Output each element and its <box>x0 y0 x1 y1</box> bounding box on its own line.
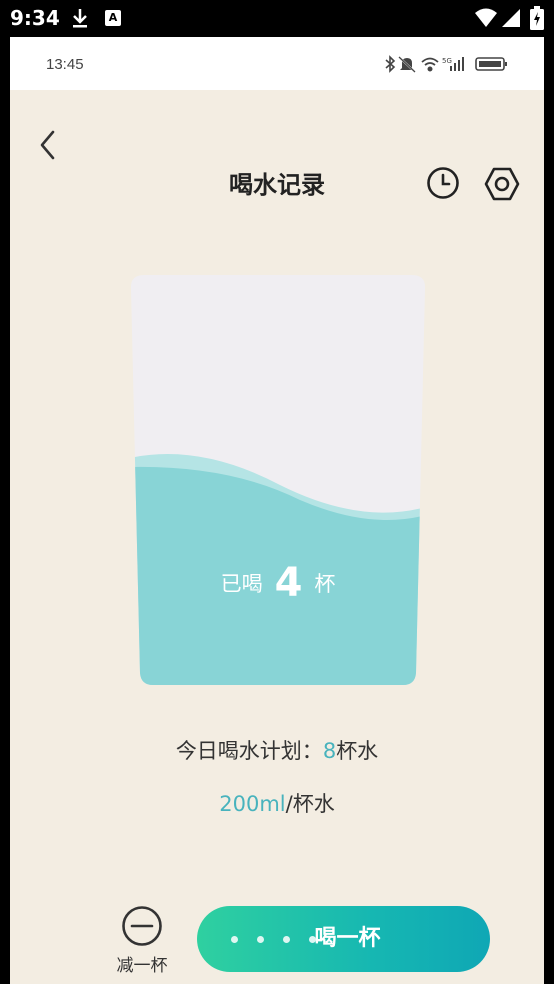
mute-icon <box>398 56 416 73</box>
cup-volume-unit: /杯水 <box>285 792 335 816</box>
signal-icon: 5G <box>442 57 464 71</box>
back-button[interactable] <box>35 128 61 162</box>
svg-text:5G: 5G <box>442 57 452 65</box>
phone-status-bar: 13:45 5G <box>10 37 544 90</box>
minus-one-cup-button[interactable]: 减一杯 <box>105 905 179 976</box>
device-status-bar: 9:34 A <box>0 0 554 37</box>
drink-one-cup-label: 喝一杯 <box>314 926 381 951</box>
wifi-icon <box>475 8 497 27</box>
history-clock-icon[interactable] <box>426 166 460 200</box>
battery-icon <box>475 57 507 71</box>
drink-one-cup-button[interactable]: 喝一杯 <box>197 906 490 972</box>
bluetooth-icon <box>385 55 396 73</box>
wifi-icon <box>421 57 439 72</box>
page-title: 喝水记录 <box>229 171 325 199</box>
daily-plan: 今日喝水计划：8杯水 <box>10 735 544 765</box>
water-cup <box>130 275 426 685</box>
phone-status-icons: 5G <box>385 55 507 73</box>
download-icon <box>73 9 87 28</box>
minus-circle-icon <box>122 906 162 946</box>
minus-one-cup-label: 减一杯 <box>116 956 168 976</box>
device-time: 9:34 <box>10 6 60 30</box>
cup-volume: 200ml/杯水 <box>10 788 544 818</box>
cup-volume-amount[interactable]: 200ml <box>219 792 285 816</box>
daily-plan-count[interactable]: 8 <box>323 739 336 763</box>
daily-plan-label: 今日喝水计划： <box>175 739 323 763</box>
drink-count-prefix: 已喝 <box>220 572 263 596</box>
drink-count-number: 4 <box>274 560 303 606</box>
drink-count-display: 已喝 4 杯 <box>130 560 426 606</box>
drink-water-screen: 喝水记录 已喝 4 杯 今日喝水计划：8杯水 200ml/杯水 减一杯 喝一杯 <box>10 90 544 984</box>
drink-count-suffix: 杯 <box>314 572 336 596</box>
settings-hexagon-icon[interactable] <box>484 166 520 202</box>
daily-plan-unit: 杯水 <box>336 739 379 763</box>
a-app-icon: A <box>105 10 121 26</box>
signal-icon <box>502 9 520 27</box>
phone-time: 13:45 <box>46 56 84 73</box>
battery-icon <box>530 6 544 30</box>
